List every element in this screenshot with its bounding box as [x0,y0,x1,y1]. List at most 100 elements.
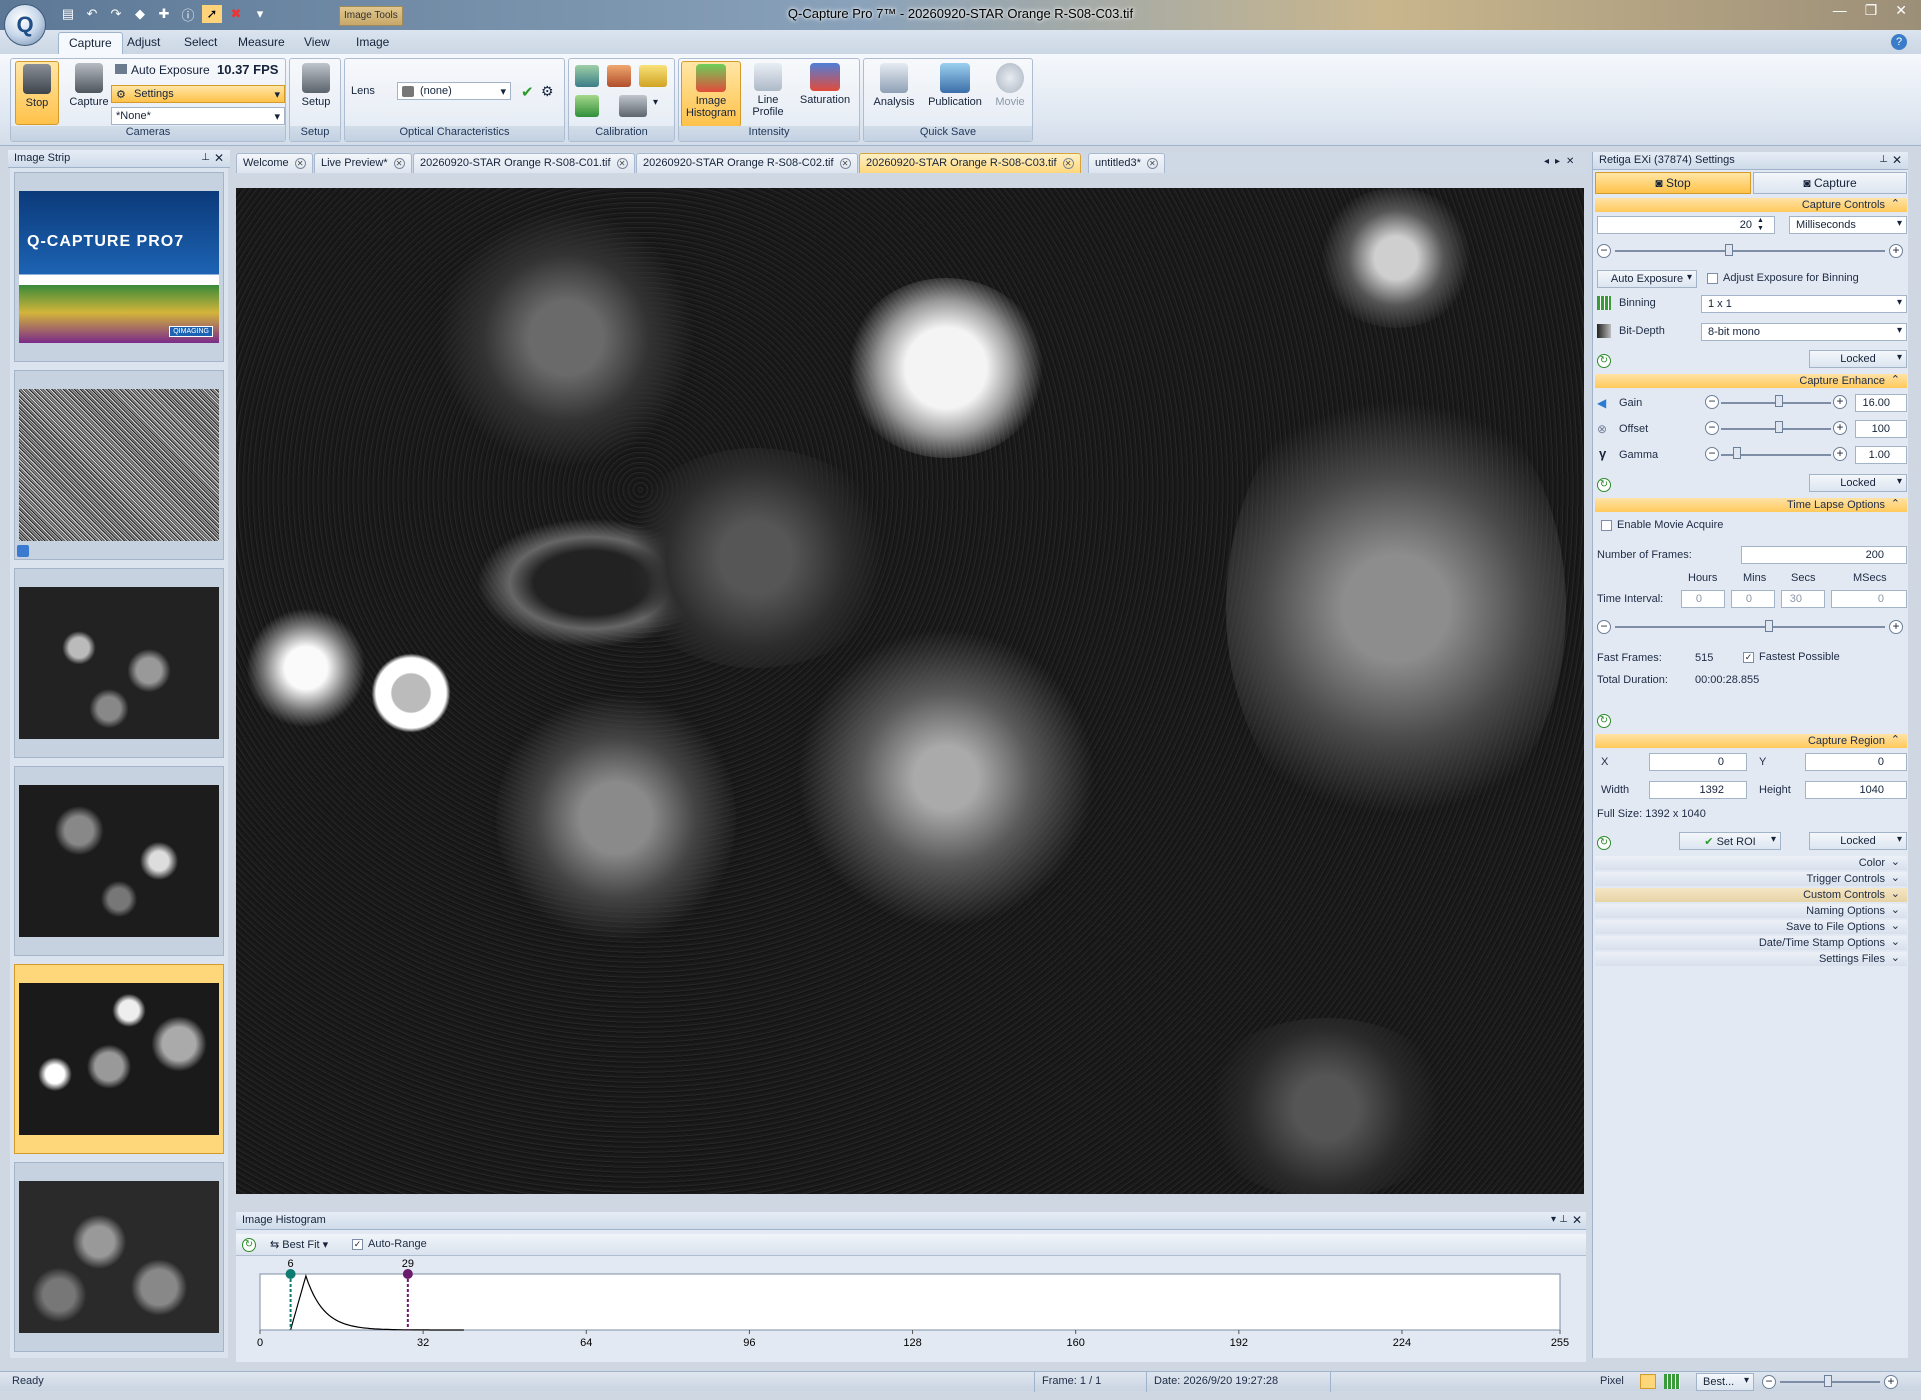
interval-decrease-icon[interactable]: − [1597,620,1611,634]
interval-increase-icon[interactable]: + [1889,620,1903,634]
width-input[interactable]: 1392 [1649,781,1747,799]
camera-calibration-icon[interactable] [619,95,647,117]
tab-select[interactable]: Select [174,32,227,54]
doc-tab-c03[interactable]: 20260920-STAR Orange R-S08-C03.tif ✕ [859,153,1081,173]
doc-tab-untitled3[interactable]: untitled3* ✕ [1088,153,1165,173]
pointer-icon[interactable]: ➚ [202,5,222,23]
zoom-in-icon[interactable]: + [1884,1375,1898,1389]
movie-button[interactable]: Movie [990,61,1030,108]
exposure-slider[interactable] [1615,250,1885,252]
capture-controls-locked[interactable]: Locked [1809,350,1907,368]
refresh-icon[interactable]: ↻ [242,1238,256,1252]
app-menu-icon[interactable]: Q [4,4,46,46]
y-input[interactable]: 0 [1805,753,1907,771]
section-capture-controls[interactable]: Capture Controls [1595,197,1907,212]
thumbnail-untitled3[interactable] [14,1162,224,1352]
exposure-spinner[interactable]: ▲ ▼ [1757,217,1764,233]
num-frames-input[interactable]: 200 [1741,546,1907,564]
doc-tab-c01[interactable]: 20260920-STAR Orange R-S08-C01.tif ✕ [413,153,635,173]
high-marker-handle[interactable] [402,1269,413,1279]
interval-hours-input[interactable]: 0 [1681,590,1725,608]
interval-msecs-input[interactable]: 0 [1831,590,1907,608]
chevron-down-icon[interactable]: ▾ [653,97,658,108]
line-profile-button[interactable]: Line Profile [745,61,791,118]
doc-tab-welcome[interactable]: Welcome ✕ [236,153,313,173]
auto-exposure-settings-button[interactable]: Auto Exposure [1597,270,1697,288]
section-save-to-file[interactable]: Save to File Options [1595,919,1907,934]
close-panel-icon[interactable]: ✕ [214,151,224,165]
section-color[interactable]: Color [1595,855,1907,870]
tag-icon[interactable]: ◆ [130,5,150,23]
low-marker-handle[interactable] [285,1269,296,1279]
undo-icon[interactable]: ↶ [82,5,102,23]
bit-depth-select[interactable]: 8-bit mono [1701,323,1907,341]
delete-icon[interactable]: ✖ [226,5,246,23]
interval-secs-input[interactable]: 30 [1781,590,1825,608]
adjust-binning-checkbox[interactable] [1707,273,1718,284]
zoom-out-icon[interactable]: − [1762,1375,1776,1389]
restore-icon[interactable]: ❐ [1865,2,1878,19]
pin-icon[interactable]: ⊥ [201,152,210,163]
settings-stop-button[interactable]: ◙ Stop [1595,172,1751,194]
tab-adjust[interactable]: Adjust [117,32,170,54]
height-input[interactable]: 1040 [1805,781,1907,799]
refresh-calibration-icon[interactable] [575,95,599,117]
x-input[interactable]: 0 [1649,753,1747,771]
context-tab-image-tools[interactable]: Image Tools [339,6,403,26]
tab-scroll-arrows[interactable]: ◂▸✕ [1544,156,1580,167]
enable-movie-checkbox[interactable] [1601,520,1612,531]
interval-slider-thumb[interactable] [1765,620,1773,632]
section-custom-controls[interactable]: Custom Controls [1595,887,1907,902]
thumbnail-c03[interactable] [14,964,224,1154]
zoom-select[interactable]: Best... [1696,1373,1754,1391]
close-icon[interactable]: ✕ [1895,2,1907,19]
refresh-icon[interactable]: ↻ [1597,836,1611,850]
gamma-input[interactable]: 1.00 [1855,446,1907,464]
tab-capture[interactable]: Capture [58,32,123,54]
auto-range-checkbox[interactable]: ✓ [352,1239,363,1250]
microscopy-image[interactable] [236,188,1584,1194]
view-grid-icon[interactable] [1664,1374,1680,1389]
section-capture-enhance[interactable]: Capture Enhance [1595,373,1907,388]
set-roi-button[interactable]: ✔ Set ROI [1679,832,1781,850]
gain-slider-thumb[interactable] [1775,395,1783,407]
refresh-icon[interactable]: ↻ [1597,354,1611,368]
doc-tab-c02[interactable]: 20260920-STAR Orange R-S08-C02.tif ✕ [636,153,858,173]
gain-input[interactable]: 16.00 [1855,394,1907,412]
section-capture-region[interactable]: Capture Region [1595,733,1907,748]
settings-capture-button[interactable]: ◙ Capture [1753,172,1907,194]
section-settings-files[interactable]: Settings Files [1595,951,1907,966]
slider-increase-icon[interactable]: + [1889,244,1903,258]
close-tab-icon[interactable]: ✕ [839,158,851,169]
slider-decrease-icon[interactable]: − [1597,244,1611,258]
qat-dropdown-icon[interactable]: ▾ [250,5,270,23]
close-tab-icon[interactable]: ✕ [1062,158,1074,169]
capture-region-locked[interactable]: Locked [1809,832,1907,850]
pin-icon[interactable]: ⊥ [1559,1214,1568,1225]
calibrate-color-icon[interactable] [607,65,631,87]
close-tab-icon[interactable]: ✕ [393,158,405,169]
saturation-button[interactable]: Saturation [793,61,857,106]
gamma-increase-icon[interactable]: + [1833,447,1847,461]
fit-dropdown[interactable]: ⇆ Best Fit ▾ [270,1238,328,1251]
fastest-possible-checkbox[interactable]: ✓ [1743,652,1754,663]
gamma-slider-thumb[interactable] [1733,447,1741,459]
offset-increase-icon[interactable]: + [1833,421,1847,435]
refresh-icon[interactable]: ↻ [1597,714,1611,728]
thumbnail-c01[interactable] [14,568,224,758]
section-trigger-controls[interactable]: Trigger Controls [1595,871,1907,886]
tab-image[interactable]: Image [346,32,399,54]
preset-select[interactable]: *None* ▾ [111,107,285,125]
auto-exposure-button[interactable]: Auto Exposure [115,63,210,77]
publication-button[interactable]: Publication [922,61,988,108]
ruler-icon[interactable] [639,65,667,87]
help-icon[interactable]: ? [1891,34,1907,50]
exposure-slider-thumb[interactable] [1725,244,1733,256]
settings-dropdown[interactable]: Settings ⚙ ▾ [111,85,285,103]
info-icon[interactable]: ⓘ [178,5,198,23]
lens-select[interactable]: (none) ▾ [397,82,511,100]
capture-button[interactable]: Capture [63,61,115,125]
redo-icon[interactable]: ↷ [106,5,126,23]
save-icon[interactable]: ▤ [58,5,78,23]
tab-view[interactable]: View [294,32,340,54]
